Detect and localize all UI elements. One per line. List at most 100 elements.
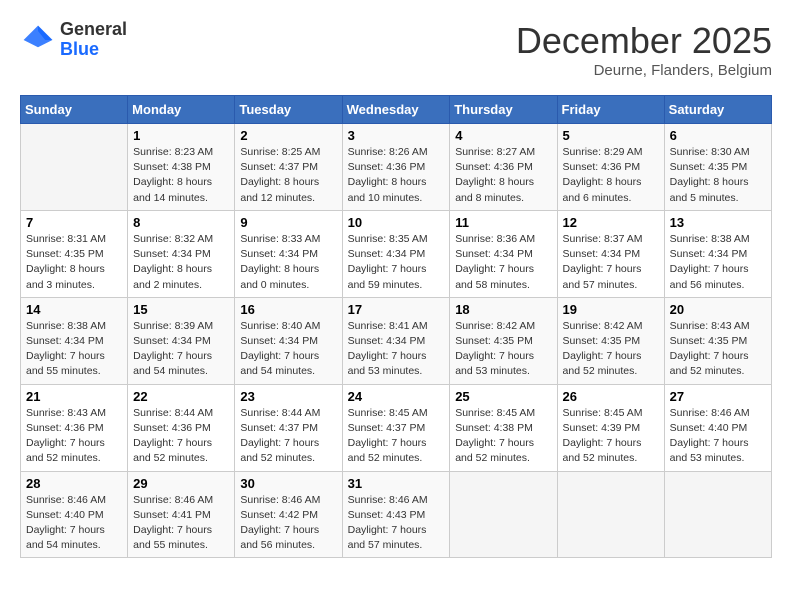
day-detail: Sunrise: 8:46 AMSunset: 4:43 PMDaylight:…: [348, 493, 445, 554]
calendar-cell: 8 Sunrise: 8:32 AMSunset: 4:34 PMDaylight…: [128, 210, 235, 297]
calendar-cell: 7 Sunrise: 8:31 AMSunset: 4:35 PMDaylight…: [21, 210, 128, 297]
day-detail: Sunrise: 8:41 AMSunset: 4:34 PMDaylight:…: [348, 319, 445, 380]
calendar-cell: 3Sunrise: 8:26 AMSunset: 4:36 PMDaylight…: [342, 124, 450, 211]
day-detail: Sunrise: 8:25 AMSunset: 4:37 PMDaylight:…: [240, 145, 336, 206]
header-day-tuesday: Tuesday: [235, 96, 342, 124]
calendar-cell: 1 Sunrise: 8:23 AMSunset: 4:38 PMDaylight…: [128, 124, 235, 211]
calendar-cell: 5 Sunrise: 8:29 AMSunset: 4:36 PMDaylight…: [557, 124, 664, 211]
logo-general: General: [60, 20, 127, 40]
calendar-cell: 29Sunrise: 8:46 AMSunset: 4:41 PMDayligh…: [128, 471, 235, 558]
calendar-cell: 9 Sunrise: 8:33 AMSunset: 4:34 PMDaylight…: [235, 210, 342, 297]
calendar-cell: 19Sunrise: 8:42 AMSunset: 4:35 PMDayligh…: [557, 297, 664, 384]
calendar-cell: [664, 471, 771, 558]
day-detail: Sunrise: 8:30 AMSunset: 4:35 PMDaylight:…: [670, 145, 766, 206]
day-number: 4: [455, 128, 551, 143]
day-detail: Sunrise: 8:43 AMSunset: 4:36 PMDaylight:…: [26, 406, 122, 467]
day-number: 24: [348, 389, 445, 404]
title-block: December 2025 Deurne, Flanders, Belgium: [516, 20, 772, 79]
day-number: 14: [26, 302, 122, 317]
week-row-0: 1 Sunrise: 8:23 AMSunset: 4:38 PMDaylight…: [21, 124, 772, 211]
day-number: 12: [563, 215, 659, 230]
day-detail: Sunrise: 8:23 AMSunset: 4:38 PMDaylight:…: [133, 145, 229, 206]
day-number: 16: [240, 302, 336, 317]
day-number: 1: [133, 128, 229, 143]
calendar-header: SundayMondayTuesdayWednesdayThursdayFrid…: [21, 96, 772, 124]
calendar-body: 1 Sunrise: 8:23 AMSunset: 4:38 PMDaylight…: [21, 124, 772, 558]
day-detail: Sunrise: 8:29 AMSunset: 4:36 PMDaylight:…: [563, 145, 659, 206]
calendar-cell: [450, 471, 557, 558]
day-number: 22: [133, 389, 229, 404]
calendar-cell: 22Sunrise: 8:44 AMSunset: 4:36 PMDayligh…: [128, 384, 235, 471]
day-number: 15: [133, 302, 229, 317]
day-detail: Sunrise: 8:43 AMSunset: 4:35 PMDaylight:…: [670, 319, 766, 380]
day-detail: Sunrise: 8:27 AMSunset: 4:36 PMDaylight:…: [455, 145, 551, 206]
calendar-cell: 26Sunrise: 8:45 AMSunset: 4:39 PMDayligh…: [557, 384, 664, 471]
day-number: 21: [26, 389, 122, 404]
day-detail: Sunrise: 8:46 AMSunset: 4:40 PMDaylight:…: [26, 493, 122, 554]
calendar-cell: 18Sunrise: 8:42 AMSunset: 4:35 PMDayligh…: [450, 297, 557, 384]
day-detail: Sunrise: 8:38 AMSunset: 4:34 PMDaylight:…: [26, 319, 122, 380]
day-detail: Sunrise: 8:42 AMSunset: 4:35 PMDaylight:…: [455, 319, 551, 380]
day-detail: Sunrise: 8:44 AMSunset: 4:37 PMDaylight:…: [240, 406, 336, 467]
day-number: 8: [133, 215, 229, 230]
location: Deurne, Flanders, Belgium: [516, 62, 772, 79]
day-number: 23: [240, 389, 336, 404]
week-row-3: 21 Sunrise: 8:43 AMSunset: 4:36 PMDayligh…: [21, 384, 772, 471]
day-detail: Sunrise: 8:37 AMSunset: 4:34 PMDaylight:…: [563, 232, 659, 293]
calendar-cell: 27 Sunrise: 8:46 AMSunset: 4:40 PMDayligh…: [664, 384, 771, 471]
header-day-friday: Friday: [557, 96, 664, 124]
day-detail: Sunrise: 8:45 AMSunset: 4:38 PMDaylight:…: [455, 406, 551, 467]
day-detail: Sunrise: 8:35 AMSunset: 4:34 PMDaylight:…: [348, 232, 445, 293]
day-number: 25: [455, 389, 551, 404]
calendar-cell: 20 Sunrise: 8:43 AMSunset: 4:35 PMDayligh…: [664, 297, 771, 384]
day-number: 10: [348, 215, 445, 230]
day-number: 29: [133, 476, 229, 491]
day-number: 6: [670, 128, 766, 143]
calendar-cell: 23 Sunrise: 8:44 AMSunset: 4:37 PMDayligh…: [235, 384, 342, 471]
day-detail: Sunrise: 8:33 AMSunset: 4:34 PMDaylight:…: [240, 232, 336, 293]
day-detail: Sunrise: 8:40 AMSunset: 4:34 PMDaylight:…: [240, 319, 336, 380]
calendar-cell: 2 Sunrise: 8:25 AMSunset: 4:37 PMDaylight…: [235, 124, 342, 211]
calendar-cell: 24 Sunrise: 8:45 AMSunset: 4:37 PMDayligh…: [342, 384, 450, 471]
day-detail: Sunrise: 8:32 AMSunset: 4:34 PMDaylight:…: [133, 232, 229, 293]
calendar-cell: 14 Sunrise: 8:38 AMSunset: 4:34 PMDayligh…: [21, 297, 128, 384]
calendar-cell: 6 Sunrise: 8:30 AMSunset: 4:35 PMDaylight…: [664, 124, 771, 211]
month-title: December 2025: [516, 20, 772, 62]
day-number: 5: [563, 128, 659, 143]
calendar-cell: 17Sunrise: 8:41 AMSunset: 4:34 PMDayligh…: [342, 297, 450, 384]
day-number: 31: [348, 476, 445, 491]
logo-icon: [20, 22, 56, 58]
day-detail: Sunrise: 8:45 AMSunset: 4:37 PMDaylight:…: [348, 406, 445, 467]
calendar-cell: 10 Sunrise: 8:35 AMSunset: 4:34 PMDayligh…: [342, 210, 450, 297]
calendar-cell: 12 Sunrise: 8:37 AMSunset: 4:34 PMDayligh…: [557, 210, 664, 297]
day-number: 9: [240, 215, 336, 230]
week-row-2: 14 Sunrise: 8:38 AMSunset: 4:34 PMDayligh…: [21, 297, 772, 384]
logo: General Blue: [20, 20, 127, 60]
calendar-cell: 13Sunrise: 8:38 AMSunset: 4:34 PMDayligh…: [664, 210, 771, 297]
calendar-cell: [557, 471, 664, 558]
day-number: 28: [26, 476, 122, 491]
day-number: 30: [240, 476, 336, 491]
day-detail: Sunrise: 8:31 AMSunset: 4:35 PMDaylight:…: [26, 232, 122, 293]
day-detail: Sunrise: 8:39 AMSunset: 4:34 PMDaylight:…: [133, 319, 229, 380]
day-number: 27: [670, 389, 766, 404]
calendar-cell: 16 Sunrise: 8:40 AMSunset: 4:34 PMDayligh…: [235, 297, 342, 384]
day-detail: Sunrise: 8:46 AMSunset: 4:40 PMDaylight:…: [670, 406, 766, 467]
day-number: 2: [240, 128, 336, 143]
day-number: 20: [670, 302, 766, 317]
header-day-sunday: Sunday: [21, 96, 128, 124]
header-row: SundayMondayTuesdayWednesdayThursdayFrid…: [21, 96, 772, 124]
calendar-table: SundayMondayTuesdayWednesdayThursdayFrid…: [20, 95, 772, 558]
day-number: 7: [26, 215, 122, 230]
calendar-cell: 15 Sunrise: 8:39 AMSunset: 4:34 PMDayligh…: [128, 297, 235, 384]
logo-text: General Blue: [60, 20, 127, 60]
day-number: 26: [563, 389, 659, 404]
header-day-wednesday: Wednesday: [342, 96, 450, 124]
calendar-cell: 31 Sunrise: 8:46 AMSunset: 4:43 PMDayligh…: [342, 471, 450, 558]
day-number: 3: [348, 128, 445, 143]
day-number: 19: [563, 302, 659, 317]
calendar-cell: 11Sunrise: 8:36 AMSunset: 4:34 PMDayligh…: [450, 210, 557, 297]
calendar-cell: 4 Sunrise: 8:27 AMSunset: 4:36 PMDaylight…: [450, 124, 557, 211]
header-day-saturday: Saturday: [664, 96, 771, 124]
calendar-cell: 21 Sunrise: 8:43 AMSunset: 4:36 PMDayligh…: [21, 384, 128, 471]
